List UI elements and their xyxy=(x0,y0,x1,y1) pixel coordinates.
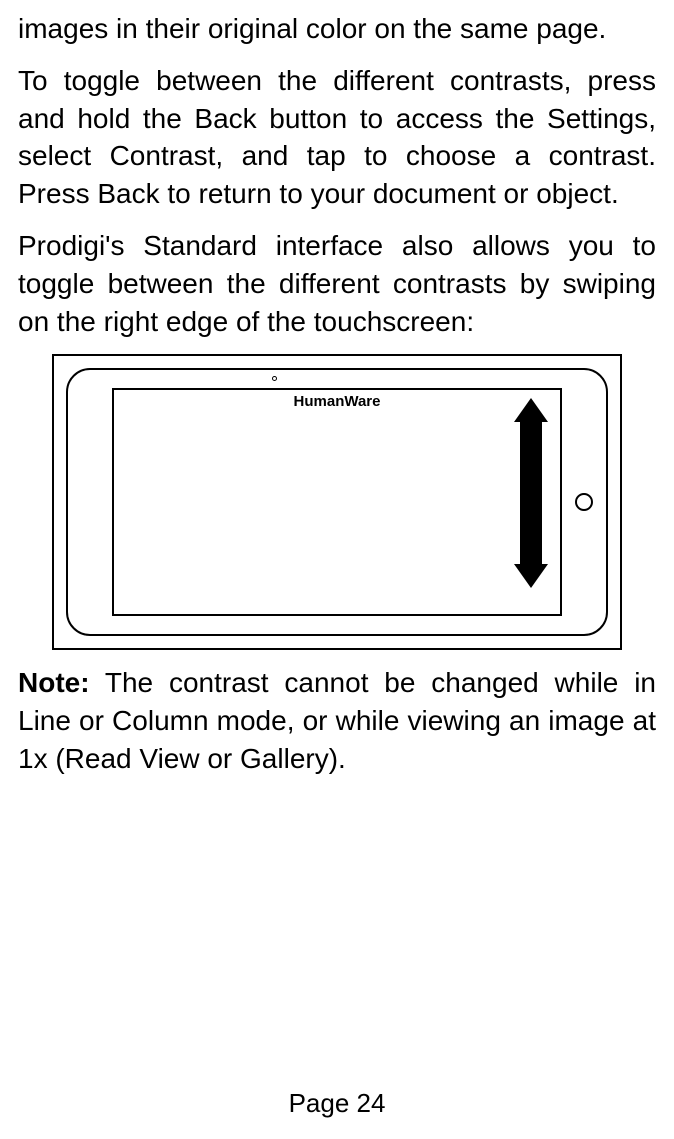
arrow-up-icon xyxy=(514,398,548,422)
arrow-down-icon xyxy=(514,564,548,588)
device-camera-dot xyxy=(272,376,277,381)
paragraph-3: Prodigi's Standard interface also allows… xyxy=(18,227,656,340)
note-label: Note: xyxy=(18,667,90,698)
note-text: The contrast cannot be changed while in … xyxy=(18,667,656,774)
arrow-body xyxy=(520,420,542,566)
note-paragraph: Note: The contrast cannot be changed whi… xyxy=(18,664,656,777)
device-illustration-frame: HumanWare xyxy=(52,354,622,650)
device-brand-label: HumanWare xyxy=(294,392,381,412)
paragraph-2: To toggle between the different contrast… xyxy=(18,62,656,213)
device-home-button-icon xyxy=(575,493,593,511)
swipe-arrow-icon xyxy=(514,398,548,588)
page-number: Page 24 xyxy=(0,1086,674,1121)
device-screen: HumanWare xyxy=(112,388,562,616)
paragraph-1: images in their original color on the sa… xyxy=(18,10,656,48)
